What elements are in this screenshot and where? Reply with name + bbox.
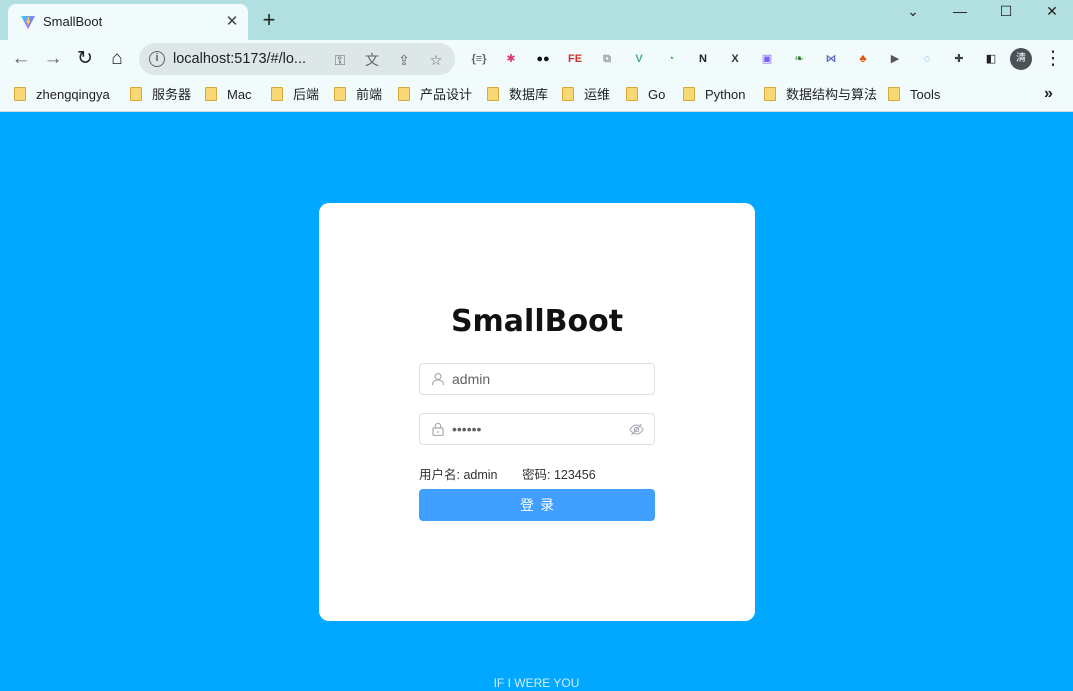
folder-icon <box>626 87 638 101</box>
bookmark-label: 运维 <box>584 87 611 102</box>
colorful-grid-icon[interactable]: ▣ <box>758 50 776 68</box>
folder-icon <box>562 87 574 101</box>
username-field[interactable] <box>419 363 655 395</box>
notion-icon[interactable]: N <box>694 50 712 68</box>
pinwheel-icon[interactable]: ✱ <box>502 50 520 68</box>
leaf-icon[interactable]: ❧ <box>790 50 808 68</box>
login-card: SmallBoot 用户名: admin 密码: 123456 登录 <box>319 203 755 621</box>
screenshot-icon[interactable]: ⧉ <box>598 50 616 68</box>
folder-icon <box>14 87 26 101</box>
bookmark-folder[interactable]: 后端 <box>271 86 319 104</box>
login-title: SmallBoot <box>450 304 624 339</box>
bookmark-label: 前端 <box>356 87 383 102</box>
reload-icon[interactable]: ↻ <box>74 48 96 70</box>
folder-icon <box>271 87 283 101</box>
folder-icon <box>764 87 776 101</box>
window-close-button[interactable]: ✕ <box>1042 2 1062 20</box>
folder-icon <box>888 87 900 101</box>
vue-devtools-icon[interactable]: V <box>630 50 648 68</box>
sidepanel-icon[interactable]: ◧ <box>982 50 1000 68</box>
vite-logo-icon <box>21 16 35 29</box>
folder-icon <box>683 87 695 101</box>
bookmark-label: Mac <box>227 87 252 102</box>
back-icon[interactable]: ← <box>10 48 32 70</box>
translate-icon[interactable]: 文 <box>363 51 381 69</box>
bookmark-folder[interactable]: Mac <box>205 86 252 104</box>
password-field[interactable] <box>419 413 655 445</box>
bookmark-folder[interactable]: 产品设计 <box>398 86 472 104</box>
password-input[interactable] <box>452 415 622 443</box>
play-icon[interactable]: ▶ <box>886 50 904 68</box>
chat-bubble-icon[interactable]: ◌ <box>918 50 936 68</box>
url-text[interactable]: localhost:5173/#/lo... <box>173 51 306 67</box>
footer-text: IF I WERE YOU <box>493 676 580 690</box>
bookmark-folder[interactable]: Tools <box>888 86 940 104</box>
bookmark-folder[interactable]: 数据库 <box>487 86 548 104</box>
bookmark-folder[interactable]: Python <box>683 86 745 104</box>
username-hint: 用户名: admin <box>419 468 498 482</box>
share-icon[interactable]: ⇪ <box>395 51 413 69</box>
folder-icon <box>334 87 346 101</box>
browser-toolbar: ← → ↻ ⌂ i localhost:5173/#/lo... ⚿ 文 ⇪ ☆… <box>0 40 1073 78</box>
login-button[interactable]: 登录 <box>419 489 655 521</box>
username-input[interactable] <box>452 365 622 393</box>
bookmark-star-icon[interactable]: ☆ <box>427 51 445 69</box>
tab-close-icon[interactable]: ✕ <box>222 12 242 32</box>
bookmarks-bar: zhengqingya 服务器 Mac 后端 前端 产品设计 数据库 运维 Go Python 数据… <box>0 78 1073 112</box>
bookmark-folder[interactable]: 数据结构与算法 <box>764 86 877 104</box>
json-viewer-icon[interactable]: {≡} <box>470 50 488 68</box>
browser-tab[interactable]: SmallBoot ✕ <box>8 4 248 40</box>
x-extension-icon[interactable]: X <box>726 50 744 68</box>
bookmark-label: 数据结构与算法 <box>786 87 878 102</box>
bookmark-label: 数据库 <box>509 87 549 102</box>
minimize-button[interactable]: — <box>950 2 970 20</box>
folder-icon <box>130 87 142 101</box>
maximize-button[interactable]: ☐ <box>996 2 1016 20</box>
bookmark-label: 服务器 <box>152 87 192 102</box>
folder-icon <box>205 87 217 101</box>
profile-avatar[interactable]: 清 <box>1010 48 1032 70</box>
bookmark-folder[interactable]: Go <box>626 86 665 104</box>
lock-icon <box>432 422 444 436</box>
eye-slash-icon[interactable] <box>629 422 644 437</box>
fe-helper-icon[interactable]: FE <box>566 50 584 68</box>
bookmark-folder[interactable]: zhengqingya <box>14 86 110 104</box>
bookmark-label: Python <box>705 87 746 102</box>
bookmarks-overflow-icon[interactable]: » <box>1044 85 1053 103</box>
password-hint: 密码: 123456 <box>522 468 596 482</box>
bookmark-folder[interactable]: 前端 <box>334 86 382 104</box>
bookmark-label: zhengqingya <box>36 87 110 102</box>
octotree-icon[interactable]: ◔ <box>662 50 680 68</box>
bookmark-folder[interactable]: 运维 <box>562 86 610 104</box>
mini-bow-icon[interactable]: ⋈ <box>822 50 840 68</box>
home-icon[interactable]: ⌂ <box>106 48 128 70</box>
forward-icon[interactable]: → <box>42 48 64 70</box>
address-bar[interactable]: i localhost:5173/#/lo... ⚿ 文 ⇪ ☆ <box>139 43 455 75</box>
menu-kebab-icon[interactable]: ⋮ <box>1042 48 1064 70</box>
bookmark-label: 产品设计 <box>420 87 473 102</box>
bookmark-label: Tools <box>910 87 941 102</box>
tree-icon[interactable]: ♣ <box>854 50 872 68</box>
folder-icon <box>398 87 410 101</box>
puzzle-icon[interactable]: ✚ <box>950 50 968 68</box>
user-icon <box>431 372 445 386</box>
bookmark-label: Go <box>648 87 666 102</box>
tab-search-icon[interactable]: ⌄ <box>903 2 923 20</box>
folder-icon <box>487 87 499 101</box>
bookmark-folder[interactable]: 服务器 <box>130 86 191 104</box>
bookmark-label: 后端 <box>293 87 320 102</box>
new-tab-button[interactable]: + <box>258 9 280 31</box>
password-key-icon[interactable]: ⚿ <box>331 51 349 69</box>
tampermonkey-icon[interactable]: ●● <box>534 50 552 68</box>
browser-titlebar: SmallBoot ✕ + ⌄ — ☐ ✕ <box>0 0 1073 40</box>
tab-title: SmallBoot <box>43 14 103 29</box>
site-info-icon[interactable]: i <box>149 51 165 67</box>
